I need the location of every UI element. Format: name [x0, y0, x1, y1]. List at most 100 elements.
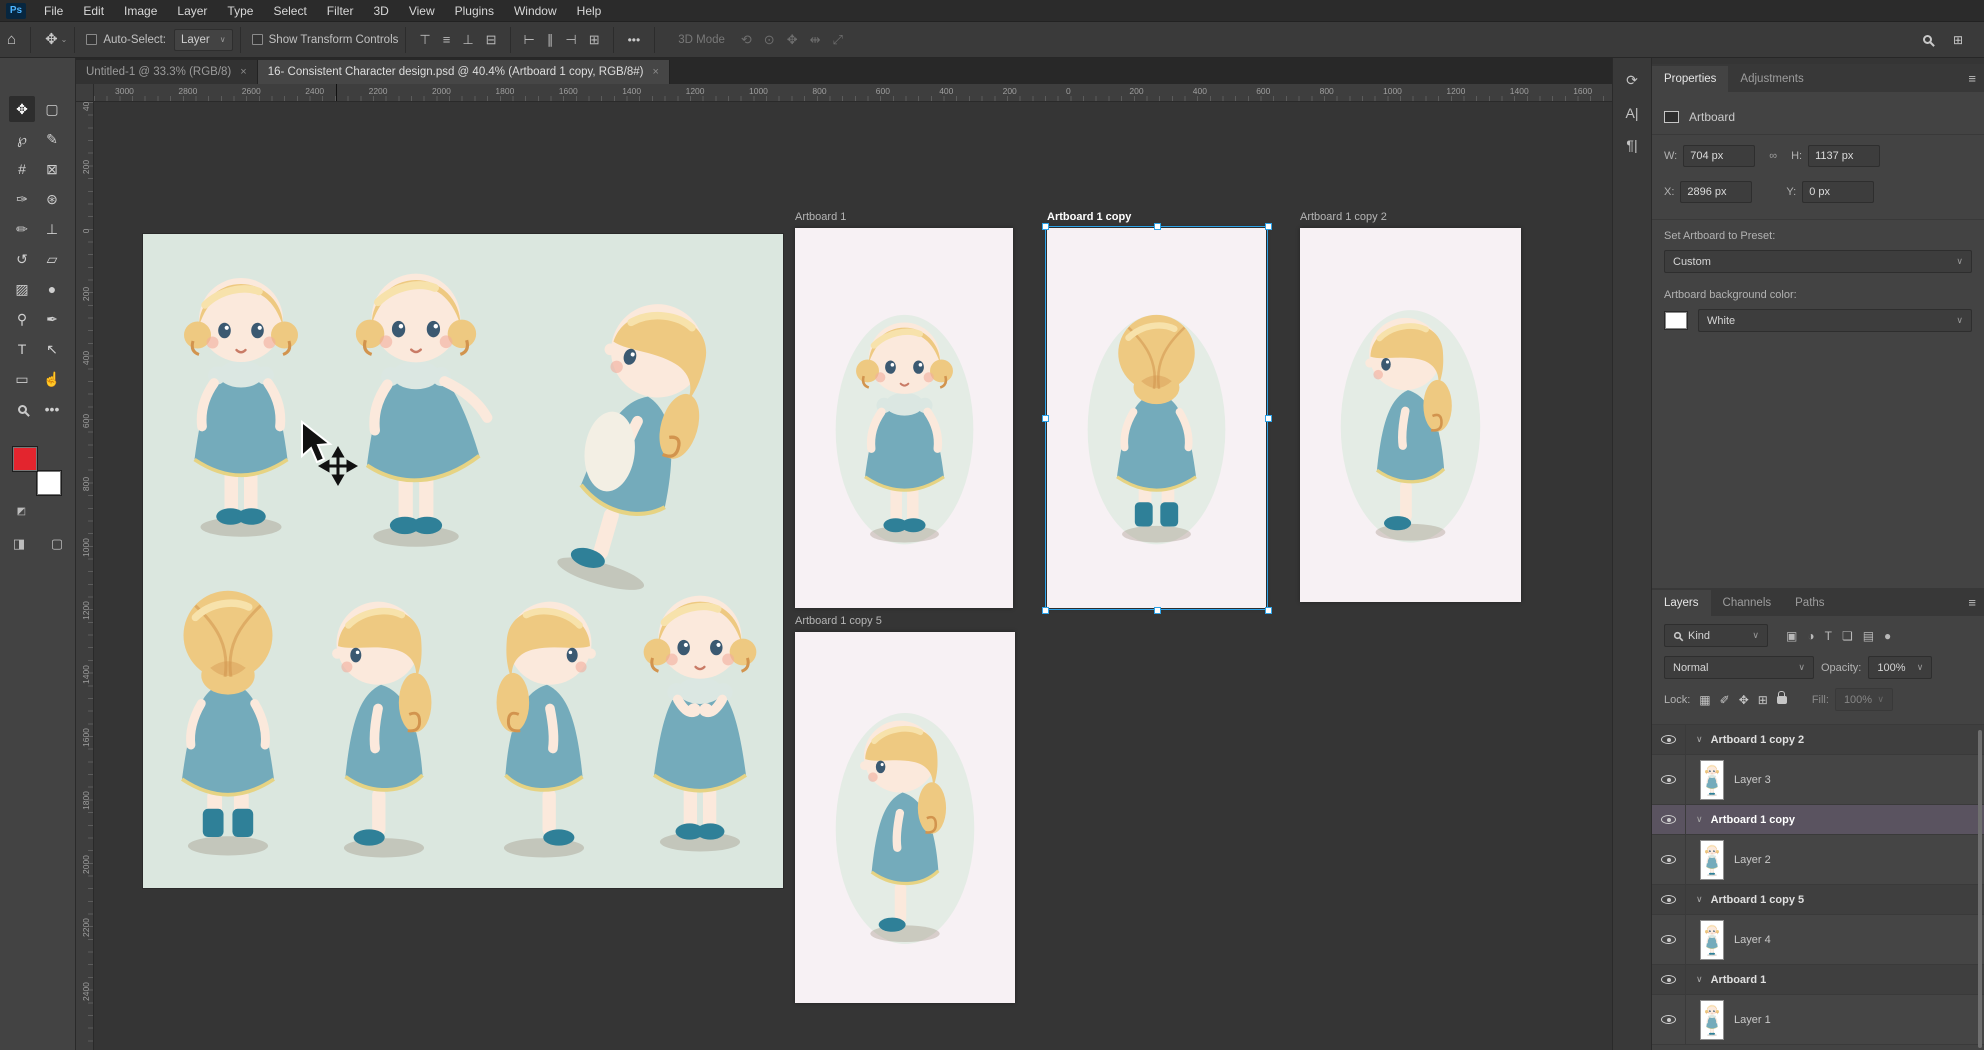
artboard-bg-color-swatch[interactable]	[1664, 311, 1688, 330]
link-dimensions-icon[interactable]: ∞	[1769, 150, 1777, 162]
frame-tool[interactable]: ⊠	[39, 156, 65, 182]
tab-channels[interactable]: Channels	[1711, 590, 1784, 616]
home-icon[interactable]: ⌂	[0, 23, 23, 57]
tab-adjustments[interactable]: Adjustments	[1728, 66, 1815, 92]
blend-mode-dropdown[interactable]: Normal ∨	[1664, 656, 1814, 679]
eye-icon[interactable]	[1661, 1015, 1676, 1024]
transform-handle[interactable]	[1154, 607, 1161, 614]
layer-group-row[interactable]: ∨ Artboard 1 copy	[1652, 805, 1984, 835]
layer-thumbnail[interactable]	[1700, 920, 1724, 960]
screen-mode-icon[interactable]: ▢	[51, 536, 63, 552]
show-transform-checkbox[interactable]	[252, 34, 263, 45]
lasso-tool[interactable]: ℘	[9, 126, 35, 152]
chevron-down-icon[interactable]: ⌄	[61, 35, 68, 44]
quick-mask-icon[interactable]: ◨	[13, 536, 25, 552]
layer-row[interactable]: Layer 4	[1652, 915, 1984, 965]
close-icon[interactable]: ×	[653, 66, 659, 78]
crop-tool[interactable]: #	[9, 156, 35, 182]
layer-row[interactable]: Layer 3	[1652, 755, 1984, 805]
tab-properties[interactable]: Properties	[1652, 66, 1728, 92]
artboard-0[interactable]	[795, 228, 1013, 608]
more-options-icon[interactable]: •••	[621, 23, 648, 57]
menu-type[interactable]: Type	[217, 0, 263, 22]
chevron-down-icon[interactable]: ∨	[1696, 974, 1703, 985]
horizontal-ruler[interactable]: 3000280026002400220020001800160014001200…	[94, 84, 1612, 102]
layer-group-row[interactable]: ∨ Artboard 1	[1652, 965, 1984, 995]
artboard-label[interactable]: Artboard 1	[795, 211, 846, 223]
artboard-2[interactable]	[1300, 228, 1521, 602]
visibility-cell[interactable]	[1652, 835, 1686, 884]
lock-pixels-icon[interactable]: ✐	[1720, 693, 1730, 707]
eye-icon[interactable]	[1661, 935, 1676, 944]
gradient-tool[interactable]: ▨	[9, 276, 35, 302]
ruler-origin-corner[interactable]	[76, 84, 94, 102]
filter-toggle-icon[interactable]: ●	[1879, 629, 1896, 643]
artboard-label[interactable]: Artboard 1 copy 5	[795, 615, 882, 627]
panel-menu-icon[interactable]: ≡	[1960, 66, 1984, 92]
layer-filter-dropdown[interactable]: Kind ∨	[1664, 624, 1768, 647]
close-icon[interactable]: ×	[240, 66, 246, 78]
panel-menu-icon[interactable]: ≡	[1960, 590, 1984, 616]
menu-view[interactable]: View	[399, 0, 445, 22]
filter-shape-layers-icon[interactable]: ❏	[1837, 629, 1858, 643]
visibility-cell[interactable]	[1652, 995, 1686, 1044]
lock-artboard-icon[interactable]: ⊞	[1758, 693, 1768, 707]
eye-icon[interactable]	[1661, 855, 1676, 864]
filter-pixel-layers-icon[interactable]: ▣	[1781, 629, 1802, 643]
transform-handle[interactable]	[1265, 223, 1272, 230]
eye-icon[interactable]	[1661, 735, 1676, 744]
brush-tool[interactable]: ✏	[9, 216, 35, 242]
menu-select[interactable]: Select	[263, 0, 316, 22]
tab-paths[interactable]: Paths	[1783, 590, 1836, 616]
character-panel-icon[interactable]: A|	[1626, 105, 1639, 121]
filter-adjustment-layers-icon[interactable]: ◑	[1802, 629, 1819, 643]
transform-handle[interactable]	[1265, 415, 1272, 422]
x-field[interactable]	[1680, 181, 1752, 203]
auto-select-dropdown[interactable]: Layer ∨	[174, 29, 233, 51]
visibility-cell[interactable]	[1652, 965, 1686, 994]
default-colors-icon[interactable]: ◩	[17, 506, 26, 517]
history-brush-tool[interactable]: ↺	[9, 246, 35, 272]
layer-thumbnail[interactable]	[1700, 840, 1724, 880]
eye-icon[interactable]	[1661, 895, 1676, 904]
menu-help[interactable]: Help	[567, 0, 612, 22]
foreground-color-swatch[interactable]	[12, 446, 38, 472]
distribute-vertical-icon[interactable]: ⊟	[480, 32, 503, 48]
type-tool[interactable]: T	[9, 336, 35, 362]
move-tool[interactable]: ✥	[9, 96, 35, 122]
visibility-cell[interactable]	[1652, 915, 1686, 964]
clone-stamp-tool[interactable]: ⊥	[39, 216, 65, 242]
chevron-down-icon[interactable]: ∨	[1696, 734, 1703, 745]
artboard-label[interactable]: Artboard 1 copy	[1047, 211, 1131, 223]
eraser-tool[interactable]: ▱	[39, 246, 65, 272]
path-select-tool[interactable]: ↖	[39, 336, 65, 362]
object-selection-tool[interactable]: ✎	[39, 126, 65, 152]
layer-row[interactable]: Layer 1	[1652, 995, 1984, 1045]
workspace-icon[interactable]: ⊞	[1946, 23, 1970, 57]
artboard-bg-dropdown[interactable]: White ∨	[1698, 309, 1972, 332]
document-tab-1[interactable]: 16- Consistent Character design.psd @ 40…	[258, 60, 670, 84]
y-field[interactable]	[1802, 181, 1874, 203]
visibility-cell[interactable]	[1652, 885, 1686, 914]
align-bottom-edges-icon[interactable]: ⊥	[456, 32, 479, 48]
lock-transparency-icon[interactable]: ▦	[1699, 693, 1710, 707]
eye-icon[interactable]	[1661, 775, 1676, 784]
visibility-cell[interactable]	[1652, 805, 1686, 834]
pen-tool[interactable]: ✒	[39, 306, 65, 332]
healing-brush-tool[interactable]: ⊛	[39, 186, 65, 212]
distribute-horizontal-icon[interactable]: ⊞	[583, 32, 606, 48]
align-horizontal-centers-icon[interactable]: ∥	[541, 32, 560, 48]
blur-tool[interactable]: ●	[39, 276, 65, 302]
transform-handle[interactable]	[1042, 607, 1049, 614]
layers-scrollbar[interactable]	[1978, 730, 1982, 1048]
artboard-3[interactable]	[795, 632, 1015, 1003]
artboard-1[interactable]	[1047, 228, 1266, 608]
menu-layer[interactable]: Layer	[167, 0, 217, 22]
menu-3d[interactable]: 3D	[363, 0, 398, 22]
menu-image[interactable]: Image	[114, 0, 167, 22]
dodge-tool[interactable]: ⚲	[9, 306, 35, 332]
filter-type-layers-icon[interactable]: T	[1820, 629, 1837, 643]
auto-select-checkbox[interactable]	[86, 34, 97, 45]
rectangle-tool[interactable]: ▭	[9, 366, 35, 392]
eyedropper-tool[interactable]: ✑	[9, 186, 35, 212]
